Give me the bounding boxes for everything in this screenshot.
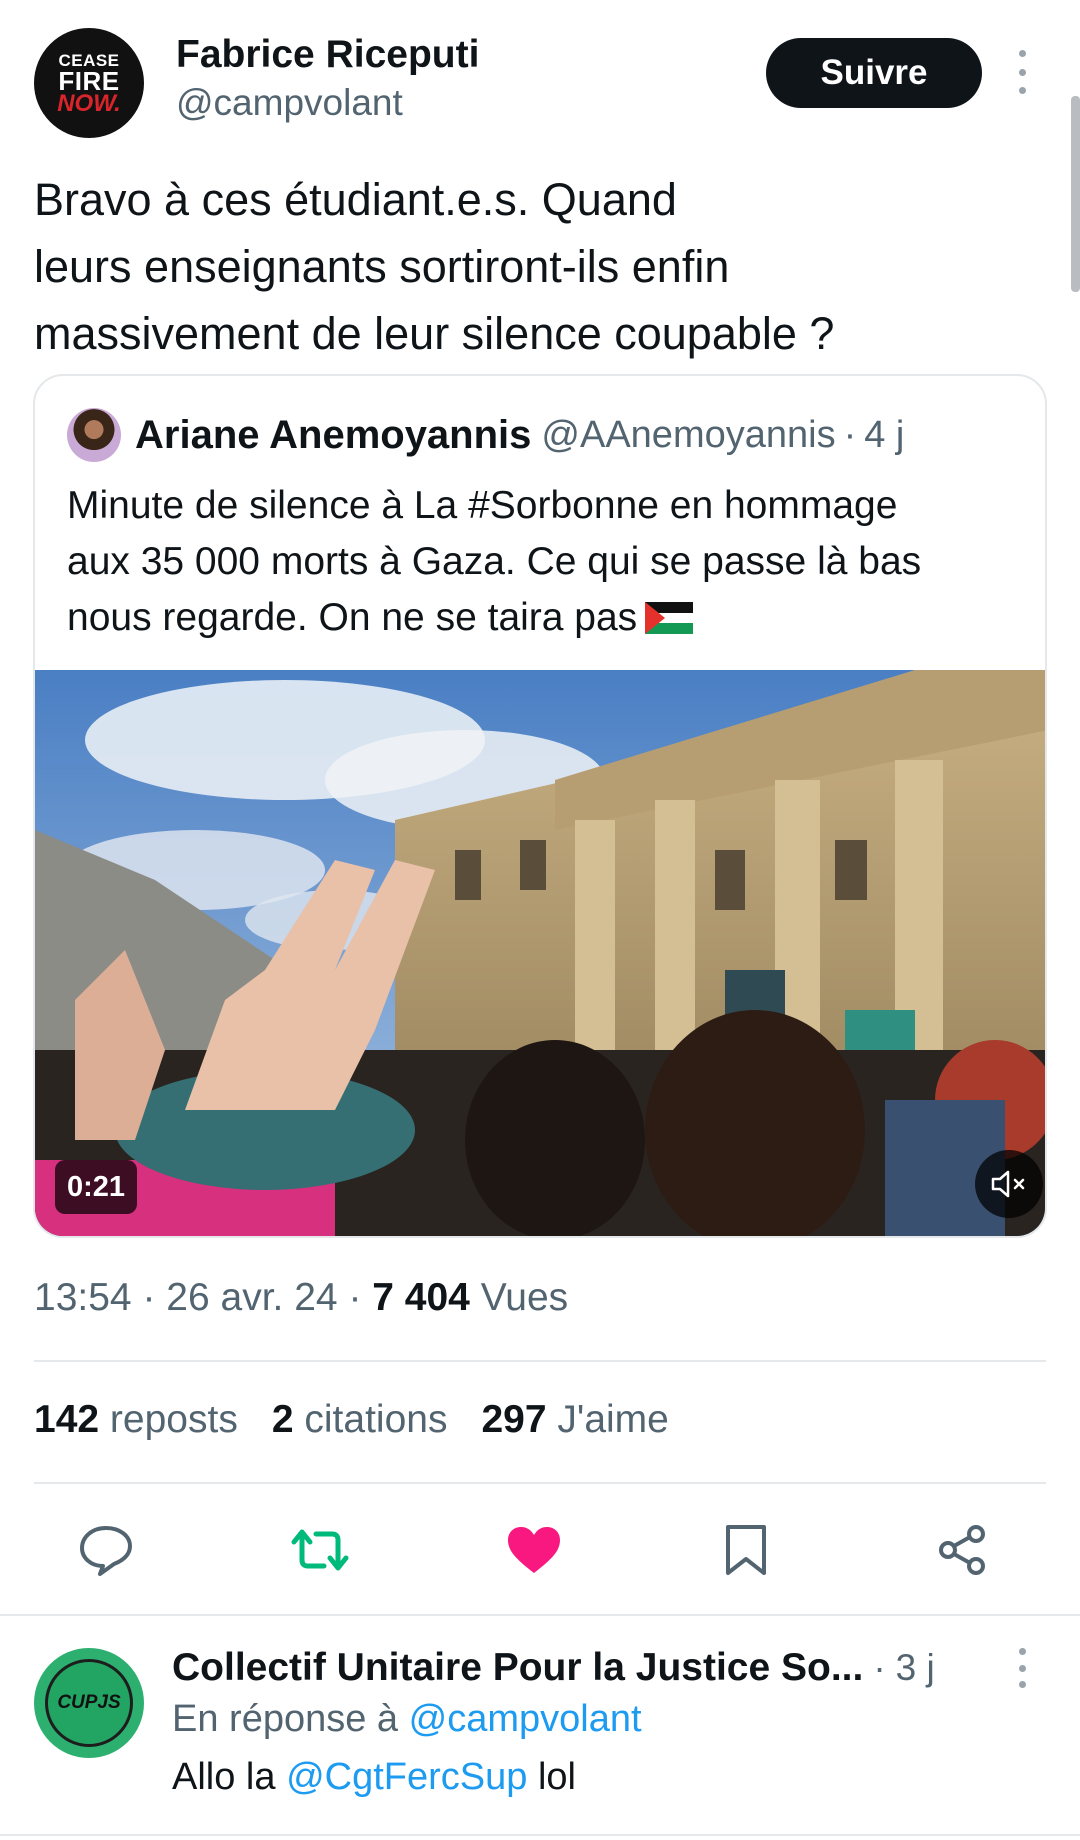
views-count: 7 404 (372, 1276, 470, 1319)
page-scrollbar[interactable] (1071, 96, 1080, 292)
quoted-text-line: aux 35 000 morts à Gaza. Ce qui se passe… (67, 540, 922, 583)
repost-button[interactable] (290, 1520, 350, 1580)
avatar-logo-line-2: FIRE (58, 65, 120, 96)
reply-context: En réponse à @campvolant (172, 1698, 642, 1741)
video-player[interactable]: 0:21 (35, 670, 1045, 1236)
post-header: CEASE FIRE NOW. Fabrice Riceputi @campvo… (34, 28, 1046, 138)
action-bar (34, 1520, 1046, 1580)
reply-icon (80, 1526, 132, 1576)
quoted-author-name: Ariane Anemoyannis (135, 412, 532, 457)
post-text-line: massivement de leur silence coupable ? (34, 308, 835, 359)
quoted-post-header: Ariane Anemoyannis @AAnemoyannis · 4 j (67, 406, 904, 464)
post-text: Bravo à ces étudiant.e.s. Quand leurs en… (34, 166, 1024, 367)
likes-stat[interactable]: 297 J'aime (481, 1398, 668, 1442)
author-display-name[interactable]: Fabrice Riceputi (176, 30, 479, 80)
divider (34, 1360, 1046, 1362)
views-label: Vues (480, 1276, 569, 1319)
bookmark-button[interactable] (716, 1520, 776, 1580)
video-frame (35, 670, 1045, 1236)
thread-divider (0, 1834, 1080, 1836)
post-date: 26 avr. 24 (166, 1276, 338, 1319)
share-button[interactable] (932, 1520, 992, 1580)
post-text-line: leurs enseignants sortiront-ils enfin (34, 241, 730, 292)
reply-text-suffix: lol (537, 1756, 576, 1798)
reply-author-name[interactable]: Collectif Unitaire Pour la Justice So... (172, 1646, 863, 1690)
video-duration-badge: 0:21 (55, 1160, 138, 1214)
reply-header: Collectif Unitaire Pour la Justice So...… (172, 1642, 935, 1694)
more-options-icon[interactable] (1014, 50, 1030, 94)
quoted-author-avatar (67, 408, 121, 462)
reply-to-prefix: En réponse à (172, 1698, 399, 1740)
meta-separator: · (142, 1276, 156, 1319)
reply-post[interactable]: CUPJS Collectif Unitaire Pour la Justice… (34, 1642, 1046, 1822)
thread-divider (0, 1614, 1080, 1616)
quotes-stat[interactable]: 2 citations (272, 1398, 448, 1442)
post-stats: 142 reposts 2 citations 297 J'aime (34, 1398, 669, 1442)
bookmark-icon (726, 1525, 766, 1575)
quoted-post-time: 4 j (864, 413, 905, 456)
mention-link[interactable]: @CgtFercSup (286, 1756, 527, 1798)
quoted-text-line: nous regarde. On ne se taira pas (67, 590, 1027, 646)
reply-time: 3 j (895, 1647, 935, 1688)
quoted-post-text: Minute de silence à La #Sorbonne en homm… (67, 478, 1027, 646)
speaker-muted-icon (991, 1170, 1025, 1198)
reply-more-options-icon[interactable] (1014, 1648, 1030, 1688)
share-icon (939, 1525, 985, 1575)
reply-separator: · (873, 1647, 886, 1688)
author-name-block[interactable]: Fabrice Riceputi @campvolant (176, 30, 479, 126)
reply-text-prefix: Allo la (172, 1756, 276, 1798)
palestine-flag-icon (645, 602, 694, 634)
reply-to-handle-link[interactable]: @campvolant (409, 1698, 642, 1740)
quoted-post[interactable]: Ariane Anemoyannis @AAnemoyannis · 4 j M… (33, 374, 1047, 1238)
divider (34, 1482, 1046, 1484)
author-avatar[interactable]: CEASE FIRE NOW. (34, 28, 144, 138)
quoted-separator: · (843, 413, 857, 456)
post-time: 13:54 (34, 1276, 132, 1319)
reply-text: Allo la @CgtFercSup lol (172, 1756, 576, 1799)
quoted-text-line: Minute de silence à La #Sorbonne en homm… (67, 484, 898, 527)
like-icon (508, 1527, 560, 1573)
post-text-line: Bravo à ces étudiant.e.s. Quand (34, 174, 677, 225)
repost-icon (291, 1529, 349, 1571)
reply-avatar-logo: CUPJS (45, 1659, 133, 1747)
reposts-stat[interactable]: 142 reposts (34, 1398, 238, 1442)
avatar-logo-line-3: NOW. (57, 89, 121, 117)
post-metadata: 13:54 · 26 avr. 24 · 7 404 Vues (34, 1276, 568, 1320)
like-button[interactable] (504, 1520, 564, 1580)
author-handle[interactable]: @campvolant (176, 80, 479, 126)
quoted-author-handle: @AAnemoyannis (541, 413, 836, 456)
follow-button[interactable]: Suivre (766, 38, 982, 108)
reply-button[interactable] (76, 1520, 136, 1580)
meta-separator: · (348, 1276, 362, 1319)
reply-author-avatar[interactable]: CUPJS (34, 1648, 144, 1758)
mute-toggle-button[interactable] (975, 1150, 1043, 1218)
